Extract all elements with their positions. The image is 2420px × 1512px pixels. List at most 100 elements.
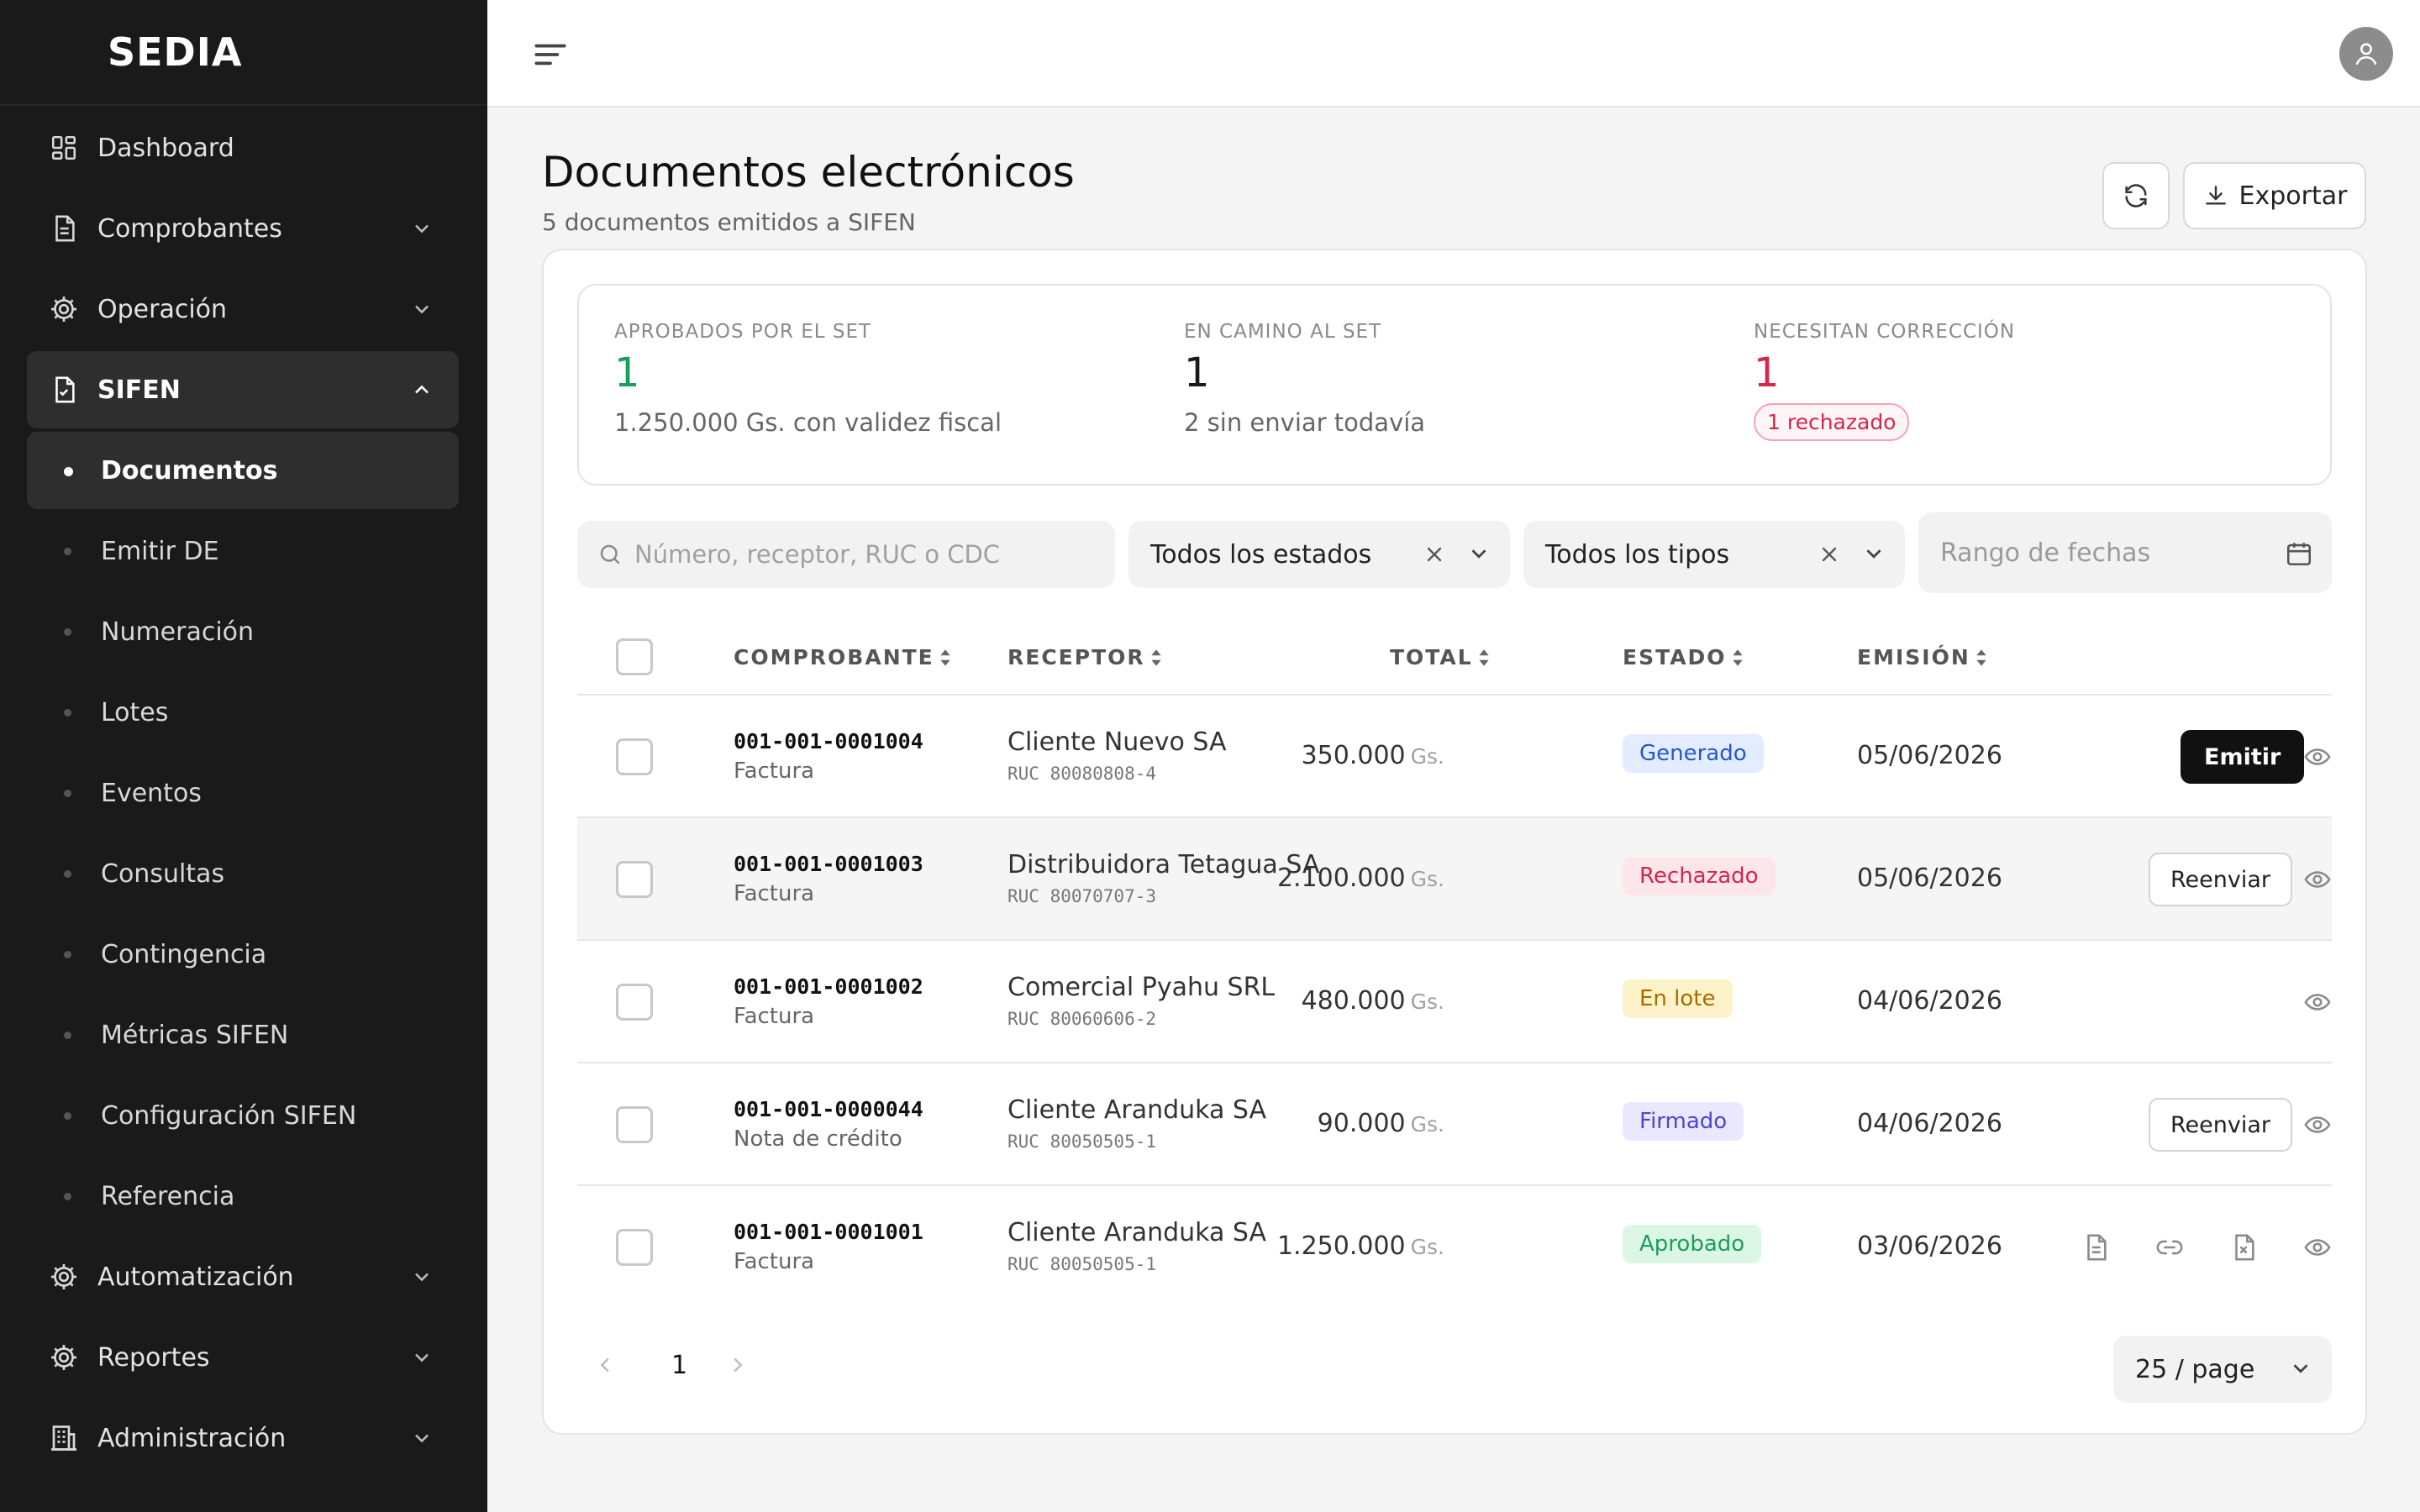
column-header-receptor[interactable]: RECEPTOR [1007,645,1162,669]
sidebar-subitem-referencia[interactable]: Referencia [27,1158,459,1235]
document-type: Factura [734,1249,815,1274]
search-box[interactable] [577,521,1115,588]
rejected-badge[interactable]: 1 rechazado [1754,403,1910,441]
dashboard-grid-icon [47,131,81,165]
receptor-name: Cliente Aranduka SA [1007,1095,1267,1125]
column-header-comprobante[interactable]: COMPROBANTE [734,645,951,669]
status-badge: Rechazado [1623,857,1776,895]
cell-total: 90.000 Gs. [1243,1109,1444,1138]
resend-button[interactable]: Reenviar [2149,853,2293,906]
type-filter-select[interactable]: Todos los tipos [1523,521,1905,588]
clear-icon[interactable] [1818,543,1841,566]
column-header-label: COMPROBANTE [734,645,934,669]
emit-button[interactable]: Emitir [2181,730,2305,784]
bullet-dot [64,1112,71,1120]
row-checkbox[interactable] [616,738,653,775]
stat-description: 2 sin enviar todavía [1184,408,1426,437]
bullet-dot [64,548,71,555]
export-button[interactable]: Exportar [2183,162,2366,229]
page-title: Documentos electrónicos [542,148,1075,197]
file-text-icon[interactable] [2081,1233,2110,1262]
date-range-picker[interactable]: Rango de fechas [1918,512,2332,593]
sidebar-item-automatizacion[interactable]: Automatización [27,1238,459,1315]
menu-toggle-icon[interactable] [529,34,571,76]
sidebar-item-sifen[interactable]: SIFEN [27,351,459,428]
bullet-dot [64,628,71,636]
sidebar-subitem-metricas-sifen[interactable]: Métricas SIFEN [27,996,459,1074]
cell-receptor: Cliente Nuevo SA RUC 80080808-4 [1007,727,1227,784]
page-size-select[interactable]: 25 / page [2113,1336,2332,1403]
sidebar-subitem-eventos[interactable]: Eventos [27,754,459,832]
eye-icon[interactable] [2303,865,2332,894]
search-input[interactable] [634,540,1105,569]
cell-estado: En lote [1623,979,1733,1018]
sidebar-item-label: Dashboard [97,133,234,163]
stat-label: APROBADOS POR EL SET [614,321,872,343]
column-header-total[interactable]: TOTAL [1390,645,1490,669]
sidebar-subitem-configuracion-sifen[interactable]: Configuración SIFEN [27,1077,459,1154]
resend-button[interactable]: Reenviar [2149,1098,2293,1152]
cell-emision: 04/06/2026 [1857,986,2002,1016]
receptor-ruc: RUC 80080808-4 [1007,764,1157,784]
sidebar-subitem-emitir-de[interactable]: Emitir DE [27,512,459,590]
file-x-icon[interactable] [2229,1233,2258,1262]
topbar [487,0,2420,108]
brand-logo: SEDIA [0,0,487,106]
table-row[interactable]: 001-001-0001001 Factura Cliente Aranduka… [577,1186,2332,1309]
currency-label: Gs. [1410,744,1444,769]
document-check-icon [47,373,81,407]
sidebar-item-reportes[interactable]: Reportes [27,1319,459,1396]
cell-emision: 05/06/2026 [1857,741,2002,770]
row-checkbox[interactable] [616,1106,653,1143]
next-page-icon[interactable] [725,1352,750,1378]
table-row[interactable]: 001-001-0000044 Nota de crédito Cliente … [577,1063,2332,1186]
row-checkbox[interactable] [616,1229,653,1266]
select-all-checkbox[interactable] [616,638,653,675]
column-header-emision[interactable]: EMISIÓN [1857,645,1987,669]
cell-comprobante: 001-001-0001003 Factura [734,852,923,906]
sidebar-item-operacion[interactable]: Operación [27,270,459,348]
eye-icon[interactable] [2303,1233,2332,1262]
document-type: Factura [734,881,815,906]
column-header-label: TOTAL [1390,645,1473,669]
table-row[interactable]: 001-001-0001004 Factura Cliente Nuevo SA… [577,696,2332,818]
sidebar-subitem-documentos[interactable]: Documentos [27,432,459,509]
sidebar-item-administracion[interactable]: Administración [27,1399,459,1477]
sort-icon [1479,648,1489,666]
status-filter-select[interactable]: Todos los estados [1128,521,1510,588]
sidebar-item-comprobantes[interactable]: Comprobantes [27,190,459,267]
sidebar-subitem-label: Eventos [101,778,202,808]
sidebar-subitem-lotes[interactable]: Lotes [27,674,459,751]
document-type: Factura [734,1004,815,1029]
cell-total: 350.000 Gs. [1243,741,1444,770]
column-header-estado[interactable]: ESTADO [1623,645,1744,669]
refresh-button[interactable] [2102,162,2170,229]
row-checkbox[interactable] [616,861,653,898]
clear-icon[interactable] [1423,543,1446,566]
sidebar-item-dashboard[interactable]: Dashboard [27,109,459,186]
gear-icon [47,1341,81,1374]
link-icon[interactable] [2155,1233,2184,1262]
sidebar-subitem-label: Emitir DE [101,536,219,566]
page-number[interactable]: 1 [671,1351,687,1380]
sidebar-subitem-consultas[interactable]: Consultas [27,835,459,912]
sidebar-subitem-numeracion[interactable]: Numeración [27,593,459,670]
sidebar-subitem-contingencia[interactable]: Contingencia [27,916,459,993]
stats-panel: APROBADOS POR EL SET 1 1.250.000 Gs. con… [577,284,2332,486]
document-number: 001-001-0001004 [734,729,923,753]
table-row[interactable]: 001-001-0001002 Factura Comercial Pyahu … [577,941,2332,1063]
sidebar-subitem-label: Métricas SIFEN [101,1020,289,1050]
avatar[interactable] [2339,27,2393,81]
bullet-dot [64,790,71,797]
prev-page-icon[interactable] [592,1352,618,1378]
cell-estado: Generado [1623,734,1764,773]
eye-icon[interactable] [2303,743,2332,771]
row-checkbox[interactable] [616,984,653,1021]
table-row[interactable]: 001-001-0001003 Factura Distribuidora Te… [577,818,2332,941]
sidebar-item-label: Comprobantes [97,213,282,244]
eye-icon[interactable] [2303,988,2332,1016]
document-type: Nota de crédito [734,1126,902,1152]
eye-icon[interactable] [2303,1110,2332,1139]
chevron-down-icon [1866,549,1881,559]
status-badge: Generado [1623,734,1764,773]
